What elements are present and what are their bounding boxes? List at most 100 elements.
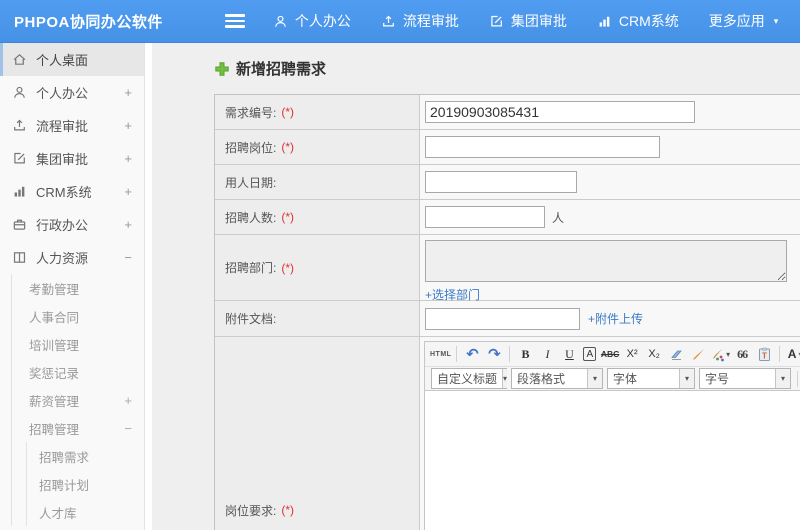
field-value-cell: HTML ↶ ↷ B I U A ABC X² X₂ ▾ 66 T A 自定义标… — [420, 337, 800, 530]
hamburger-menu-icon[interactable] — [224, 14, 245, 28]
paste-text-button[interactable]: T — [754, 344, 774, 364]
sidebar-item-training-mgmt[interactable]: 培训管理 — [12, 330, 144, 358]
custom-title-select[interactable]: 自定义标题 ▾ — [431, 368, 508, 389]
upload-flow-icon — [12, 118, 27, 133]
expand-plus-icon[interactable]: + — [124, 85, 132, 100]
eraser-button[interactable] — [666, 344, 686, 364]
content-area: 新增招聘需求 需求编号: (*) 招聘岗位: ( — [152, 43, 800, 530]
font-family-select[interactable]: 字体 ▾ — [607, 368, 695, 389]
toolbar-separator — [779, 346, 781, 362]
editor-toolbar-row2: 自定义标题 ▾ 段落格式 ▾ 字体 ▾ 字号 ▾ — [425, 366, 800, 390]
expand-plus-icon[interactable]: + — [124, 393, 132, 408]
field-value-cell: +附件上传 — [420, 301, 800, 336]
svg-text:T: T — [762, 351, 767, 360]
sidebar-item-group-approval[interactable]: 集团审批 + — [0, 142, 144, 175]
attachment-input[interactable] — [425, 307, 580, 330]
expand-plus-icon[interactable]: + — [124, 118, 132, 133]
nav-item-group-approval[interactable]: 集团审批 — [489, 11, 567, 31]
font-size-select[interactable]: 字号 ▾ — [699, 368, 791, 389]
chevron-down-icon: ▾ — [502, 369, 508, 388]
field-value-cell — [420, 95, 800, 129]
paint-palette-icon — [713, 348, 725, 361]
redo-button[interactable]: ↷ — [484, 344, 504, 364]
sidebar-item-reward-punishment[interactable]: 奖惩记录 — [12, 358, 144, 386]
nav-item-label: 更多应用 — [708, 13, 765, 29]
sidebar-item-personnel-contract[interactable]: 人事合同 — [12, 302, 144, 330]
editor-content-area[interactable] — [425, 390, 800, 530]
sidebar-item-attendance-mgmt[interactable]: 考勤管理 — [12, 274, 144, 302]
field-label: 需求编号: — [225, 105, 277, 120]
department-textarea[interactable] — [425, 240, 787, 282]
sidebar-item-label: 人事合同 — [29, 310, 80, 325]
field-label-cell: 招聘人数: (*) — [215, 200, 420, 234]
html-source-button[interactable]: HTML — [430, 344, 451, 364]
expand-plus-icon[interactable]: + — [124, 184, 132, 199]
nav-item-more-apps[interactable]: 更多应用 ▾ — [709, 11, 779, 31]
collapse-minus-icon[interactable]: − — [124, 421, 132, 436]
nav-item-personal-office[interactable]: 个人办公 — [273, 11, 351, 31]
sidebar-item-label: CRM系统 — [36, 185, 92, 200]
sidebar-menu: 个人桌面 个人办公 + 流程审批 + 集团审批 + CRM系统 + 行政办公 +… — [0, 43, 145, 530]
field-label-cell: 岗位要求: (*) — [215, 337, 420, 530]
sidebar-item-recruit-demand[interactable]: 招聘需求 — [27, 442, 144, 470]
sidebar-item-recruit-plan[interactable]: 招聘计划 — [27, 470, 144, 498]
sidebar-item-crm-system[interactable]: CRM系统 + — [0, 175, 144, 208]
color-brush-button[interactable]: ▾ — [710, 344, 730, 364]
expand-plus-icon[interactable]: + — [124, 151, 132, 166]
sidebar-item-label: 奖惩记录 — [29, 366, 80, 381]
sidebar-item-personal-desktop[interactable]: 个人桌面 — [0, 43, 144, 76]
chevron-down-icon: ▾ — [773, 15, 779, 26]
app-logo: PHPOA协同办公软件 — [14, 13, 163, 31]
border-text-button[interactable]: A — [583, 347, 597, 361]
chevron-down-icon: ▾ — [679, 369, 694, 388]
italic-button[interactable]: I — [537, 344, 557, 364]
sidebar-item-label: 集团审批 — [36, 152, 89, 167]
collapse-minus-icon[interactable]: − — [124, 250, 132, 265]
sidebar-item-human-resources[interactable]: 人力资源 − — [0, 241, 144, 274]
edit-icon — [489, 14, 504, 29]
superscript-button[interactable]: X² — [622, 344, 642, 364]
page-header: 新增招聘需求 — [152, 43, 800, 79]
demand-no-input[interactable] — [425, 101, 695, 123]
sidebar-item-talent-pool[interactable]: 人才库 — [27, 498, 144, 526]
strikethrough-button[interactable]: ABC — [600, 344, 620, 364]
bold-button[interactable]: B — [515, 344, 535, 364]
field-label-cell: 招聘部门: (*) — [215, 235, 420, 300]
nav-item-label: 集团审批 — [510, 13, 567, 29]
undo-button[interactable]: ↶ — [462, 344, 482, 364]
paragraph-format-select[interactable]: 段落格式 ▾ — [511, 368, 603, 389]
field-label: 招聘部门: — [225, 261, 277, 275]
subscript-button[interactable]: X₂ — [644, 344, 664, 364]
eraser-icon — [670, 350, 682, 360]
nav-item-workflow-approval[interactable]: 流程审批 — [381, 11, 459, 31]
format-brush-button[interactable] — [688, 344, 708, 364]
home-icon — [12, 52, 27, 67]
field-value-cell — [420, 165, 800, 199]
underline-button[interactable]: U — [559, 344, 579, 364]
sidebar-item-personal-office[interactable]: 个人办公 + — [0, 76, 144, 109]
bar-chart-icon — [597, 14, 612, 29]
hire-date-input[interactable] — [425, 171, 577, 193]
expand-plus-icon[interactable]: + — [124, 217, 132, 232]
headcount-input[interactable] — [425, 206, 545, 228]
font-color-button[interactable]: A ▾ — [785, 344, 800, 364]
form-row-demand-no: 需求编号: (*) — [215, 95, 800, 130]
nav-item-label: 个人办公 — [294, 13, 351, 29]
nav-item-label: 流程审批 — [402, 13, 459, 29]
sidebar-item-label: 考勤管理 — [29, 282, 80, 297]
blockquote-button[interactable]: 66 — [732, 344, 752, 364]
recruit-demand-form: 需求编号: (*) 招聘岗位: (*) — [214, 94, 800, 530]
attachment-upload-link[interactable]: +附件上传 — [588, 310, 643, 327]
app-window: PHPOA协同办公软件 个人办公 流程审批 集团审批 CRM系统 更多应用 ▾ — [0, 0, 800, 530]
bar-chart-icon — [12, 184, 27, 199]
required-mark: (*) — [281, 260, 295, 275]
form-row-department: 招聘部门: (*) +选择部门 — [215, 235, 800, 302]
sidebar-item-recruit-mgmt[interactable]: 招聘管理 − — [12, 414, 144, 442]
nav-item-crm-system[interactable]: CRM系统 — [597, 11, 679, 31]
position-input[interactable] — [425, 136, 660, 158]
sidebar-item-salary-mgmt[interactable]: 薪资管理 + — [12, 386, 144, 414]
sidebar-item-label: 个人桌面 — [36, 53, 89, 68]
sidebar-item-workflow-approval[interactable]: 流程审批 + — [0, 109, 144, 142]
field-label: 招聘岗位: — [225, 140, 277, 155]
sidebar-item-admin-office[interactable]: 行政办公 + — [0, 208, 144, 241]
